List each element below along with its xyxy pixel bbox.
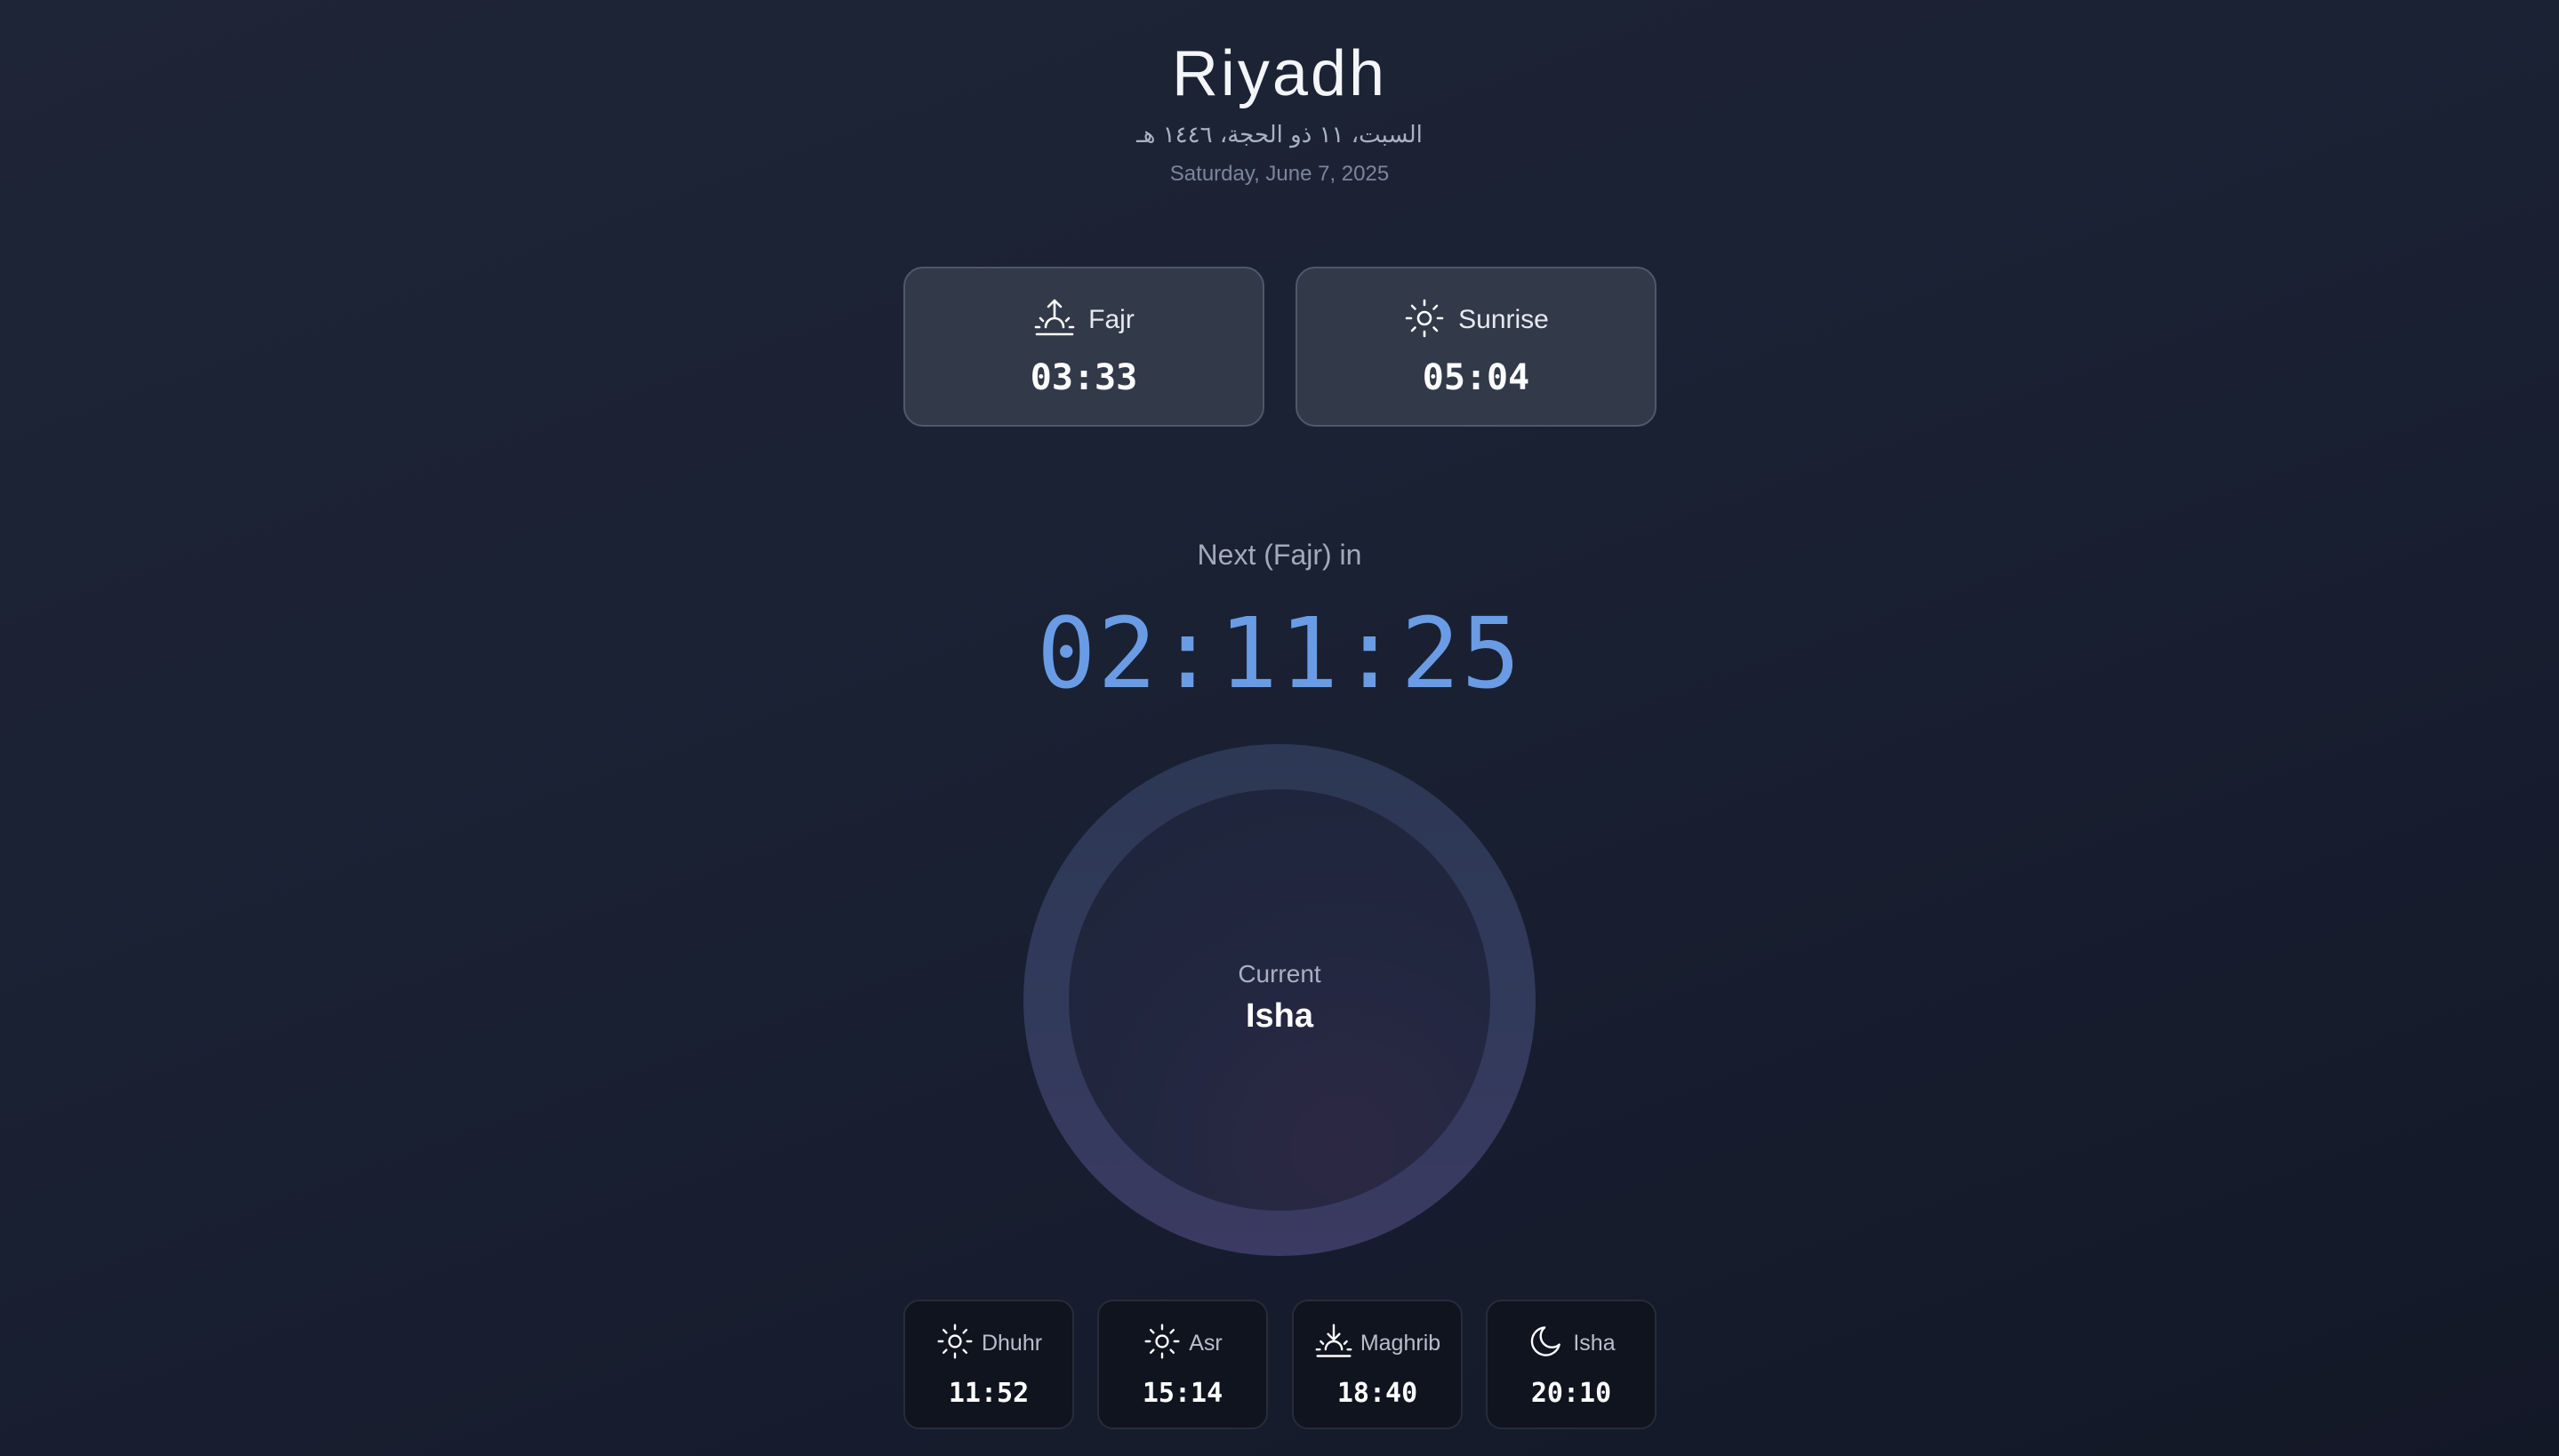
sunrise-up-arrow-icon — [1033, 297, 1076, 344]
hijri-date: السبت، ١١ ذو الحجة، ١٤٤٦ هـ — [1136, 122, 1423, 148]
prayer-card-dhuhr: Dhuhr 11:52 — [903, 1300, 1074, 1429]
prayer-card-isha: Isha 20:10 — [1486, 1300, 1657, 1429]
current-prayer-name: Isha — [1245, 997, 1314, 1035]
prayer-time: 18:40 — [1336, 1378, 1418, 1409]
prayer-name: Sunrise — [1458, 305, 1549, 334]
gregorian-date: Saturday, June 7, 2025 — [1169, 162, 1390, 186]
prayer-time: 15:14 — [1142, 1378, 1223, 1409]
sunset-down-arrow-icon — [1314, 1322, 1353, 1365]
prayer-name: Dhuhr — [981, 1330, 1043, 1356]
current-label: Current — [1238, 960, 1321, 988]
countdown-timer: 02:11:25 — [1037, 596, 1522, 710]
prayer-time: 05:04 — [1422, 357, 1530, 398]
sun-icon — [1403, 297, 1446, 344]
city-title: Riyadh — [1171, 38, 1388, 109]
sun-icon — [1143, 1322, 1182, 1365]
prayer-time: 11:52 — [948, 1378, 1030, 1409]
next-prayer-label: Next (Fajr) in — [1197, 539, 1362, 571]
prayer-name: Asr — [1189, 1330, 1223, 1356]
prayer-time: 03:33 — [1030, 357, 1138, 398]
prayer-name: Maghrib — [1360, 1330, 1441, 1356]
prayer-card-maghrib: Maghrib 18:40 — [1292, 1300, 1463, 1429]
prayer-time: 20:10 — [1530, 1378, 1612, 1409]
sun-icon — [935, 1322, 975, 1365]
prayer-card-sunrise: Sunrise 05:04 — [1296, 267, 1657, 427]
prayer-name: Isha — [1573, 1330, 1616, 1356]
moon-icon — [1527, 1322, 1566, 1365]
prayer-card-fajr: Fajr 03:33 — [903, 267, 1264, 427]
prayer-card-asr: Asr 15:14 — [1097, 1300, 1268, 1429]
prayer-name: Fajr — [1088, 305, 1135, 334]
